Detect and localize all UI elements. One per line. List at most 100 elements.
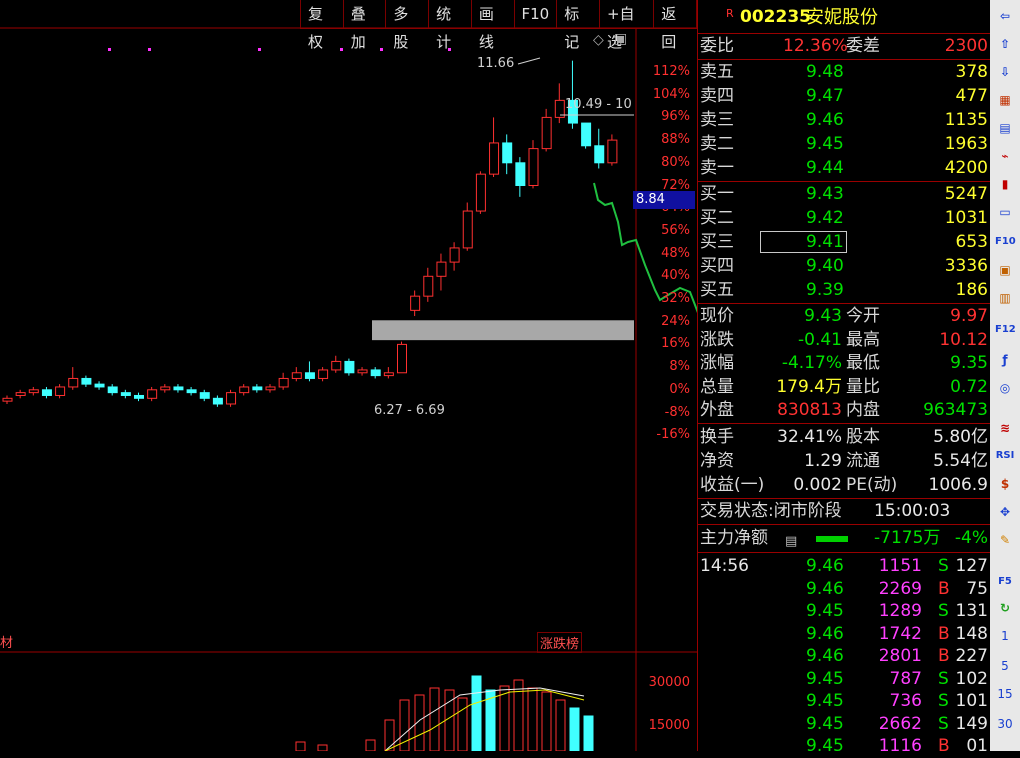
fuquan-button[interactable]: 复权: [300, 0, 343, 51]
candle-body: [107, 386, 118, 394]
tick-row[interactable]: 9.45 787 S 102: [698, 668, 990, 691]
sell-level-row[interactable]: 卖一 9.44 4200: [698, 157, 990, 180]
f12-icon[interactable]: F12: [995, 320, 1016, 340]
sell-level-row[interactable]: 卖三 9.46 1135: [698, 109, 990, 132]
kline-chart-area[interactable]: 复权 叠加 多股 统计 画线 F10 标记 +自选 返回 ◇ ▣ 112% 104…: [0, 0, 697, 751]
period-1[interactable]: 1: [995, 626, 1015, 646]
sell-level-row[interactable]: 卖四 9.47 477: [698, 85, 990, 108]
tick-side: S: [938, 713, 949, 734]
tick-row[interactable]: 14:56 9.46 1151 S 127: [698, 555, 990, 578]
tick-row[interactable]: 9.46 2801 B 227: [698, 645, 990, 668]
event-marker: [340, 48, 343, 51]
refresh-icon[interactable]: ↻: [995, 598, 1015, 618]
left-mark: 材: [0, 636, 14, 651]
gap-annotation: 6.27 - 6.69: [374, 403, 445, 418]
arrow-left-icon[interactable]: ⇦: [995, 6, 1015, 26]
rsi-icon[interactable]: RSI: [995, 446, 1015, 466]
panel-toggle-icon[interactable]: ▣: [614, 31, 627, 47]
tick-row[interactable]: 9.46 1742 B 148: [698, 623, 990, 646]
circle-icon[interactable]: ◎: [995, 378, 1015, 398]
self-select-icon[interactable]: ▥: [995, 288, 1015, 308]
tick-row[interactable]: 9.45 1289 S 131: [698, 600, 990, 623]
volume-bar: [295, 741, 306, 751]
stat-row[interactable]: 总量 179.4万 量比 0.72: [698, 376, 990, 399]
chart-toolbar: 复权 叠加 多股 统计 画线 F10 标记 +自选 返回: [300, 0, 697, 51]
news-icon[interactable]: ▣: [995, 260, 1015, 280]
volume-bar: [499, 685, 510, 751]
tick-row[interactable]: 9.46 2269 B 75: [698, 578, 990, 601]
sell-level-row[interactable]: 卖二 9.45 1963: [698, 133, 990, 156]
window-icon[interactable]: ▭: [995, 202, 1015, 222]
dollar-icon[interactable]: $: [995, 474, 1015, 494]
arrow-down-icon[interactable]: ⇩: [995, 62, 1015, 82]
period-30[interactable]: 30: [995, 714, 1015, 734]
fund-value: 0.002: [793, 475, 842, 495]
f10-icon[interactable]: F10: [995, 232, 1016, 252]
candle-body: [304, 372, 315, 379]
stat-label: 现价: [700, 306, 734, 326]
wave-icon[interactable]: ≋: [995, 418, 1015, 438]
weibi-label: 委比: [700, 36, 734, 56]
multi-stock-button[interactable]: 多股: [385, 0, 428, 51]
kline-icon[interactable]: ▮: [995, 174, 1015, 194]
candle-body: [68, 377, 79, 388]
kline-chart[interactable]: [0, 0, 697, 751]
pencil-icon[interactable]: ✎: [995, 530, 1015, 550]
tick-row[interactable]: 9.45 1116 B 01: [698, 735, 990, 758]
gap-box: [372, 320, 634, 341]
period-5[interactable]: 5: [995, 656, 1015, 676]
buy-level-row[interactable]: 买四 9.40 3336: [698, 255, 990, 278]
buy-level-label: 买三: [700, 232, 734, 252]
move-icon[interactable]: ✥: [995, 502, 1015, 522]
stat-row[interactable]: 外盘 830813 内盘 963473: [698, 399, 990, 422]
volume-bar: [541, 691, 552, 751]
stat-row[interactable]: 涨幅 -4.17% 最低 9.35: [698, 352, 990, 375]
list-icon[interactable]: ▤: [785, 530, 797, 553]
formula-icon[interactable]: ƒ: [995, 350, 1015, 370]
fund-row[interactable]: 换手 32.41% 股本 5.80亿: [698, 426, 990, 449]
tick-side: B: [938, 646, 950, 666]
buy-level-row[interactable]: 买五 9.39 186: [698, 279, 990, 302]
stat-row[interactable]: 现价 9.43 今开 9.97: [698, 305, 990, 328]
back-button[interactable]: 返回: [653, 0, 697, 51]
f5-icon[interactable]: F5: [995, 572, 1015, 592]
sell-price: 9.44: [806, 158, 844, 178]
tick-price: 9.45: [806, 668, 844, 689]
volume-axis-label: 15000: [648, 718, 690, 733]
draw-line-button[interactable]: 画线: [470, 0, 514, 51]
mark-button[interactable]: 标记: [556, 0, 599, 51]
line-chart-icon[interactable]: ⌁: [995, 146, 1015, 166]
table-icon[interactable]: ▤: [995, 118, 1015, 138]
buy-price: 9.39: [806, 280, 844, 300]
fund-row[interactable]: 净资 1.29 流通 5.54亿: [698, 450, 990, 473]
add-watchlist-button[interactable]: +自选: [598, 0, 653, 51]
r-flag: R: [726, 7, 734, 20]
buy-level-row[interactable]: 买二 9.42 1031: [698, 207, 990, 230]
candle-body: [344, 360, 355, 374]
axis-tick-label: 32%: [661, 291, 690, 306]
tick-row[interactable]: 9.45 2662 S 149: [698, 713, 990, 736]
tick-count: 127: [955, 556, 988, 576]
event-marker: [380, 48, 383, 51]
axis-tick-label: 16%: [661, 336, 690, 352]
volume-bar: [317, 744, 328, 751]
volume-bar: [365, 739, 376, 751]
diamond-icon[interactable]: ◇: [593, 32, 604, 48]
sell-level-row[interactable]: 卖五 9.48 378: [698, 61, 990, 84]
overlay-button[interactable]: 叠加: [342, 0, 386, 51]
stat-label: 最低: [846, 353, 880, 373]
statistics-button[interactable]: 统计: [428, 0, 471, 51]
f10-button[interactable]: F10: [513, 0, 557, 28]
period-15[interactable]: 15: [995, 684, 1015, 704]
candle-body: [160, 386, 171, 391]
stat-row[interactable]: 涨跌 -0.41 最高 10.12: [698, 329, 990, 352]
report-icon[interactable]: ▦: [995, 90, 1015, 110]
buy-level-row[interactable]: 买一 9.43 5247: [698, 183, 990, 206]
fund-row[interactable]: 收益(一) 0.002 PE(动) 1006.9: [698, 474, 990, 497]
buy-price: 9.42: [806, 208, 844, 228]
fund-value: 1006.9: [928, 475, 988, 495]
rank-label[interactable]: 涨跌榜: [537, 632, 583, 653]
tick-row[interactable]: 9.45 736 S 101: [698, 690, 990, 713]
arrow-up-icon[interactable]: ⇧: [995, 34, 1015, 54]
tick-volume: 1289: [878, 601, 922, 621]
